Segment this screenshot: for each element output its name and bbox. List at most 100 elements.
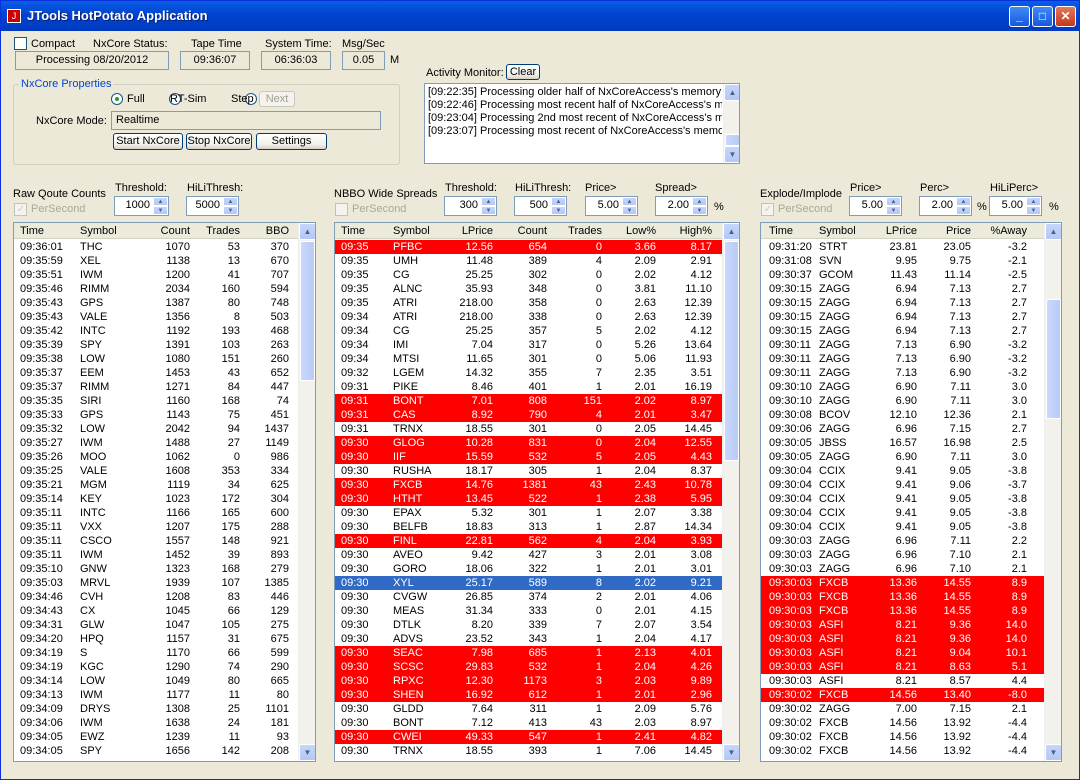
table-row[interactable]: 09:30:04 CCIX 9.41 9.05 -3.8 <box>761 506 1044 520</box>
table-row[interactable]: 09:31 TRNX 18.55 301 0 2.05 14.45 <box>335 422 722 436</box>
table-row[interactable]: 09:31 CAS 8.92 790 4 2.01 3.47 <box>335 408 722 422</box>
start-nxcore-button[interactable]: Start NxCore <box>113 133 183 150</box>
table-row[interactable]: 09:30:03 FXCB 13.36 14.55 8.9 <box>761 576 1044 590</box>
column-header[interactable]: LPrice <box>861 225 917 237</box>
table-row[interactable]: 09:35:14 KEY 1023 172 304 <box>14 492 298 506</box>
table-row[interactable]: 09:35 PFBC 12.56 654 0 3.66 8.17 <box>335 240 722 254</box>
table-row[interactable]: 09:35:11 CSCO 1557 148 921 <box>14 534 298 548</box>
table-row[interactable]: 09:32 LGEM 14.32 355 7 2.35 3.51 <box>335 366 722 380</box>
table-row[interactable]: 09:30:04 CCIX 9.41 9.06 -3.7 <box>761 478 1044 492</box>
nbbo-scrollbar[interactable]: ▲ ▼ <box>722 223 739 761</box>
scroll-down-icon[interactable]: ▼ <box>1045 744 1061 761</box>
column-header[interactable]: Count <box>132 225 190 237</box>
table-row[interactable]: 09:30:03 FXCB 13.36 14.55 8.9 <box>761 590 1044 604</box>
table-row[interactable]: 09:30:03 ZAGG 6.96 7.10 2.1 <box>761 562 1044 576</box>
raw-hili-spinner[interactable]: 5000 ▲ ▼ <box>186 196 239 216</box>
table-row[interactable]: 09:30 EPAX 5.32 301 1 2.07 3.38 <box>335 506 722 520</box>
table-row[interactable]: 09:34:13 IWM 1177 11 80 <box>14 688 298 702</box>
column-header[interactable]: BBO <box>242 225 289 237</box>
table-row[interactable]: 09:34:46 CVH 1208 83 446 <box>14 590 298 604</box>
table-row[interactable]: 09:36:01 THC 1070 53 370 <box>14 240 298 254</box>
table-row[interactable]: 09:30 ADVS 23.52 343 1 2.04 4.17 <box>335 632 722 646</box>
nbbo-spread-spinner[interactable]: 2.00 ▲ ▼ <box>655 196 708 216</box>
explode-price-spinner[interactable]: 5.00 ▲ ▼ <box>849 196 902 216</box>
table-row[interactable]: 09:35 ATRI 218.00 358 0 2.63 12.39 <box>335 296 722 310</box>
activity-log[interactable]: [09:22:35] Processing older half of NxCo… <box>424 83 740 164</box>
table-row[interactable]: 09:35:37 RIMM 1271 84 447 <box>14 380 298 394</box>
clear-button[interactable]: Clear <box>506 64 540 80</box>
explode-hili-spinner[interactable]: 5.00 ▲ ▼ <box>989 196 1042 216</box>
table-row[interactable]: 09:30:37 GCOM 11.43 11.14 -2.5 <box>761 268 1044 282</box>
spin-down-icon[interactable]: ▼ <box>153 206 168 215</box>
spin-down-icon[interactable]: ▼ <box>223 206 238 215</box>
table-row[interactable]: 09:30:03 FXCB 13.36 14.55 8.9 <box>761 604 1044 618</box>
column-header[interactable]: High% <box>657 225 712 237</box>
scroll-up-icon[interactable]: ▲ <box>723 223 739 240</box>
table-row[interactable]: 09:30 BONT 7.12 413 43 2.03 8.97 <box>335 716 722 730</box>
table-row[interactable]: 09:30 GLOG 10.28 831 0 2.04 12.55 <box>335 436 722 450</box>
table-row[interactable]: 09:30:04 CCIX 9.41 9.05 -3.8 <box>761 464 1044 478</box>
table-row[interactable]: 09:30 XYL 25.17 589 8 2.02 9.21 <box>335 576 722 590</box>
table-row[interactable]: 09:35 UMH 11.48 389 4 2.09 2.91 <box>335 254 722 268</box>
column-header[interactable]: Time <box>769 225 821 237</box>
table-row[interactable]: 09:34:14 LOW 1049 80 665 <box>14 674 298 688</box>
table-row[interactable]: 09:30 GORO 18.06 322 1 2.01 3.01 <box>335 562 722 576</box>
column-header[interactable]: Symbol <box>80 225 130 237</box>
table-row[interactable]: 09:35:39 SPY 1391 103 263 <box>14 338 298 352</box>
explode-header[interactable]: Time Symbol LPrice Price %Away <box>761 223 1044 239</box>
scroll-up-icon[interactable]: ▲ <box>724 84 739 101</box>
spin-down-icon[interactable]: ▼ <box>1026 206 1041 215</box>
table-row[interactable]: 09:30:02 ZAGG 7.00 7.15 2.1 <box>761 702 1044 716</box>
raw-header[interactable]: Time Symbol Count Trades BBO <box>14 223 298 239</box>
table-row[interactable]: 09:34 MTSI 11.65 301 0 5.06 11.93 <box>335 352 722 366</box>
table-row[interactable]: 09:30 HTHT 13.45 522 1 2.38 5.95 <box>335 492 722 506</box>
table-row[interactable]: 09:30:02 FXCB 14.56 13.92 -4.4 <box>761 730 1044 744</box>
table-row[interactable]: 09:35:21 MGM 1119 34 625 <box>14 478 298 492</box>
table-row[interactable]: 09:30 RPXC 12.30 1173 3 2.03 9.89 <box>335 674 722 688</box>
table-row[interactable]: 09:30:03 ZAGG 6.96 7.11 2.2 <box>761 534 1044 548</box>
scroll-thumb[interactable] <box>1046 299 1061 419</box>
nbbo-price-spinner[interactable]: 5.00 ▲ ▼ <box>585 196 638 216</box>
column-header[interactable]: Price <box>919 225 971 237</box>
table-row[interactable]: 09:30:15 ZAGG 6.94 7.13 2.7 <box>761 296 1044 310</box>
raw-quote-table[interactable]: Time Symbol Count Trades BBO 09:36:01 THC 1070 5… <box>13 222 316 762</box>
full-radio[interactable] <box>111 93 123 106</box>
explode-persecond-checkbox[interactable]: ✓ <box>761 203 774 216</box>
spin-up-icon[interactable]: ▲ <box>956 197 971 206</box>
title-bar[interactable]: J JTools HotPotato Application _ □ ✕ <box>1 1 1079 31</box>
table-row[interactable]: 09:35:43 GPS 1387 80 748 <box>14 296 298 310</box>
table-row[interactable]: 09:35:42 INTC 1192 193 468 <box>14 324 298 338</box>
spin-up-icon[interactable]: ▲ <box>551 197 566 206</box>
spin-down-icon[interactable]: ▼ <box>481 206 496 215</box>
next-button[interactable]: Next <box>259 91 295 107</box>
nbbo-spreads-table[interactable]: Time Symbol LPrice Count Trades Low% High% 09:3… <box>334 222 740 762</box>
spin-up-icon[interactable]: ▲ <box>1026 197 1041 206</box>
table-row[interactable]: 09:30:04 CCIX 9.41 9.05 -3.8 <box>761 520 1044 534</box>
table-row[interactable]: 09:35:37 EEM 1453 43 652 <box>14 366 298 380</box>
table-row[interactable]: 09:34:05 EWZ 1239 11 93 <box>14 730 298 744</box>
table-row[interactable]: 09:30 FXCB 14.76 1381 43 2.43 10.78 <box>335 478 722 492</box>
scroll-down-icon[interactable]: ▼ <box>723 744 739 761</box>
scroll-thumb[interactable] <box>724 241 739 461</box>
table-row[interactable]: 09:35:46 RIMM 2034 160 594 <box>14 282 298 296</box>
explode-scrollbar[interactable]: ▲ ▼ <box>1044 223 1061 761</box>
table-row[interactable]: 09:35:10 GNW 1323 168 279 <box>14 562 298 576</box>
table-row[interactable]: 09:31 BONT 7.01 808 151 2.02 8.97 <box>335 394 722 408</box>
maximize-button[interactable]: □ <box>1032 6 1053 27</box>
table-row[interactable]: 09:30:03 ASFI 8.21 9.36 14.0 <box>761 618 1044 632</box>
scroll-up-icon[interactable]: ▲ <box>299 223 315 240</box>
table-row[interactable]: 09:30:03 ASFI 8.21 9.36 14.0 <box>761 632 1044 646</box>
table-row[interactable]: 09:30:15 ZAGG 6.94 7.13 2.7 <box>761 324 1044 338</box>
table-row[interactable]: 09:34 IMI 7.04 317 0 5.26 13.64 <box>335 338 722 352</box>
table-row[interactable]: 09:34 CG 25.25 357 5 2.02 4.12 <box>335 324 722 338</box>
table-row[interactable]: 09:35:33 GPS 1143 75 451 <box>14 408 298 422</box>
spin-up-icon[interactable]: ▲ <box>481 197 496 206</box>
spin-up-icon[interactable]: ▲ <box>223 197 238 206</box>
scroll-thumb[interactable] <box>725 134 739 146</box>
spin-up-icon[interactable]: ▲ <box>692 197 707 206</box>
spin-down-icon[interactable]: ▼ <box>886 206 901 215</box>
table-row[interactable]: 09:30 FINL 22.81 562 4 2.04 3.93 <box>335 534 722 548</box>
spin-down-icon[interactable]: ▼ <box>551 206 566 215</box>
scroll-down-icon[interactable]: ▼ <box>724 146 739 163</box>
table-row[interactable]: 09:31:08 SVN 9.95 9.75 -2.1 <box>761 254 1044 268</box>
